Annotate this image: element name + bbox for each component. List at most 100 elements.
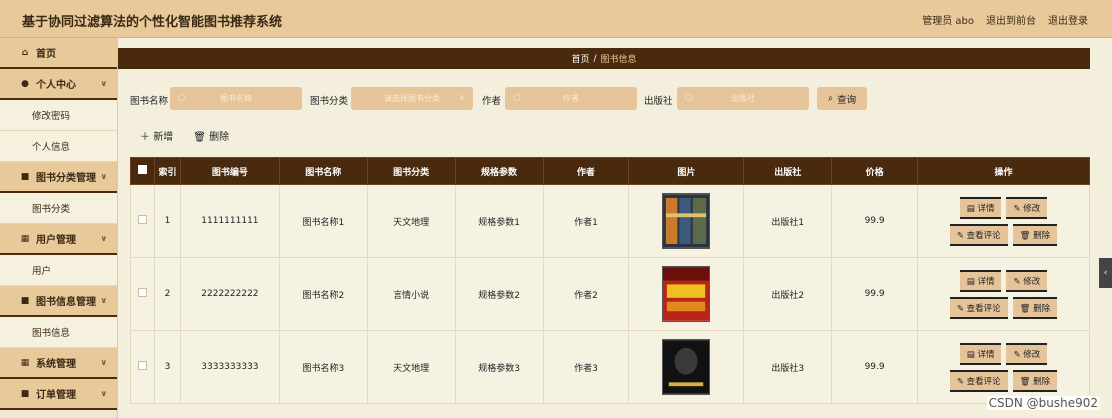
publisher-input[interactable]: ○ 出版社 — [677, 87, 809, 110]
col-category: 图书分类 — [366, 157, 456, 185]
category-label: 图书分类 — [310, 96, 349, 107]
sidebar-item-personal-center[interactable]: ● 个人中心 ∨ — [0, 69, 117, 100]
row-checkbox[interactable] — [130, 257, 155, 331]
row-checkbox[interactable] — [130, 184, 155, 258]
book-icon: ■ — [20, 171, 30, 182]
col-book-name: 图书名称 — [278, 157, 368, 185]
search-icon: ⌕ — [827, 93, 834, 104]
view-comments-button[interactable]: ✎ 查看评论 — [949, 223, 1008, 246]
edit-icon: ✎ — [1013, 276, 1021, 287]
book-name-input[interactable]: ○ 图书名称 — [170, 87, 302, 110]
sidebar-item-book-info[interactable]: 图书信息 — [0, 317, 117, 348]
sidebar-item-book-category[interactable]: 图书分类 — [0, 193, 117, 224]
cell-name: 图书名称3 — [278, 330, 368, 404]
detail-button[interactable]: ▤ 详情 — [959, 269, 1002, 292]
detail-button-label: 详情 — [977, 203, 995, 214]
checkbox-icon — [137, 361, 147, 370]
cell-image — [628, 184, 745, 258]
chevron-left-icon: ‹ — [1103, 268, 1108, 278]
sidebar-item-order-management[interactable]: ■ 订单管理 ∨ — [0, 379, 117, 410]
view-comments-label: 查看评论 — [966, 303, 1001, 314]
cell-price: 99.9 — [831, 330, 919, 404]
grid-icon: ▦ — [20, 233, 30, 244]
cell-publisher: 出版社3 — [743, 330, 833, 404]
edit-button-label: 修改 — [1023, 203, 1041, 214]
detail-icon: ▤ — [966, 349, 975, 360]
col-publisher: 出版社 — [743, 157, 833, 185]
col-index: 索引 — [153, 157, 181, 185]
collapse-handle[interactable]: ‹ — [1099, 258, 1112, 288]
search-button[interactable]: ⌕ 查询 — [817, 87, 867, 110]
sidebar-item-system-management[interactable]: ▦ 系统管理 ∨ — [0, 348, 117, 379]
breadcrumb-current: 图书信息 — [600, 55, 637, 65]
edit-button[interactable]: ✎ 修改 — [1006, 196, 1048, 219]
edit-icon: ✎ — [956, 230, 964, 241]
sidebar-item-category-management[interactable]: ■ 图书分类管理 ∨ — [0, 162, 117, 193]
exit-to-front-link[interactable]: 退出到前台 — [986, 12, 1036, 27]
cell-price: 99.9 — [831, 257, 919, 331]
row-delete-label: 删除 — [1033, 303, 1051, 314]
cell-category: 言情小说 — [366, 257, 456, 331]
view-comments-label: 查看评论 — [966, 376, 1001, 387]
select-all-checkbox[interactable] — [130, 157, 155, 185]
detail-button[interactable]: ▤ 详情 — [959, 342, 1002, 365]
sidebar-item-users[interactable]: 用户 — [0, 255, 117, 286]
cell-price: 99.9 — [831, 184, 919, 258]
col-spec: 规格参数 — [454, 157, 544, 185]
cell-author: 作者1 — [542, 184, 630, 258]
books-table: 索引 图书编号 图书名称 图书分类 规格参数 作者 图片 出版社 价格 操作 1… — [130, 157, 1090, 404]
author-placeholder: 作者 — [563, 94, 579, 103]
sidebar-item-label: 订单管理 — [36, 390, 76, 401]
chevron-down-icon: ∨ — [100, 172, 108, 181]
sidebar-item-personal-info[interactable]: 个人信息 — [0, 131, 117, 162]
edit-button[interactable]: ✎ 修改 — [1006, 269, 1048, 292]
view-comments-button[interactable]: ✎ 查看评论 — [949, 296, 1008, 319]
chevron-down-icon: ∨ — [100, 389, 108, 398]
sidebar-item-user-management[interactable]: ▦ 用户管理 ∨ — [0, 224, 117, 255]
row-delete-button[interactable]: 🗑 删除 — [1012, 223, 1058, 246]
delete-button[interactable]: 🗑 删除 — [193, 128, 229, 143]
row-delete-button[interactable]: 🗑 删除 — [1012, 369, 1058, 392]
category-select[interactable]: 请选择图书分类 ∨ — [351, 87, 473, 110]
col-author: 作者 — [542, 157, 630, 185]
book-cover-image — [662, 193, 711, 249]
sidebar-item-label: 个人中心 — [36, 80, 76, 91]
sidebar-item-book-info-management[interactable]: ■ 图书信息管理 ∨ — [0, 286, 117, 317]
table-row: 3 3333333333 图书名称3 天文地理 规格参数3 作者3 出版社3 9… — [130, 330, 1090, 404]
add-button[interactable]: ＋ 新增 — [140, 128, 173, 143]
logout-link[interactable]: 退出登录 — [1048, 12, 1088, 27]
publisher-label: 出版社 — [644, 96, 673, 107]
row-delete-label: 删除 — [1033, 230, 1051, 241]
chevron-down-icon: ∨ — [100, 79, 108, 88]
detail-button[interactable]: ▤ 详情 — [959, 196, 1002, 219]
col-price: 价格 — [831, 157, 919, 185]
main-content: 首页 / 图书信息 图书名称 ○ 图书名称 图书分类 请选择图书分类 ∨ 作者 … — [118, 38, 1090, 418]
sidebar-item-change-password[interactable]: 修改密码 — [0, 100, 117, 131]
cell-index: 1 — [153, 184, 181, 258]
current-user: 管理员 abo — [922, 16, 974, 27]
sidebar-item-label: 用户 — [32, 266, 52, 277]
breadcrumb-separator: / — [593, 53, 597, 64]
book-name-placeholder: 图书名称 — [220, 94, 252, 103]
trash-icon: 🗑 — [193, 132, 206, 143]
cell-author: 作者3 — [542, 330, 630, 404]
book-icon: ■ — [20, 295, 30, 306]
view-comments-button[interactable]: ✎ 查看评论 — [949, 369, 1008, 392]
sidebar-item-home[interactable]: ⌂ 首页 — [0, 38, 117, 69]
search-button-label: 查询 — [837, 94, 857, 106]
table-header-row: 索引 图书编号 图书名称 图书分类 规格参数 作者 图片 出版社 价格 操作 — [130, 157, 1090, 185]
checkbox-icon — [137, 215, 147, 224]
breadcrumb-home[interactable]: 首页 — [571, 52, 589, 65]
row-checkbox[interactable] — [130, 330, 155, 404]
category-placeholder: 请选择图书分类 — [384, 94, 440, 103]
cell-author: 作者2 — [542, 257, 630, 331]
detail-button-label: 详情 — [977, 349, 995, 360]
edit-button[interactable]: ✎ 修改 — [1006, 342, 1048, 365]
edit-icon: ✎ — [956, 303, 964, 314]
sidebar-item-label: 图书信息 — [32, 328, 71, 339]
cell-category: 天文地理 — [366, 330, 456, 404]
trash-icon: 🗑 — [1019, 230, 1031, 241]
author-input[interactable]: ○ 作者 — [505, 87, 637, 110]
delete-button-label: 删除 — [209, 132, 230, 143]
row-delete-button[interactable]: 🗑 删除 — [1012, 296, 1058, 319]
